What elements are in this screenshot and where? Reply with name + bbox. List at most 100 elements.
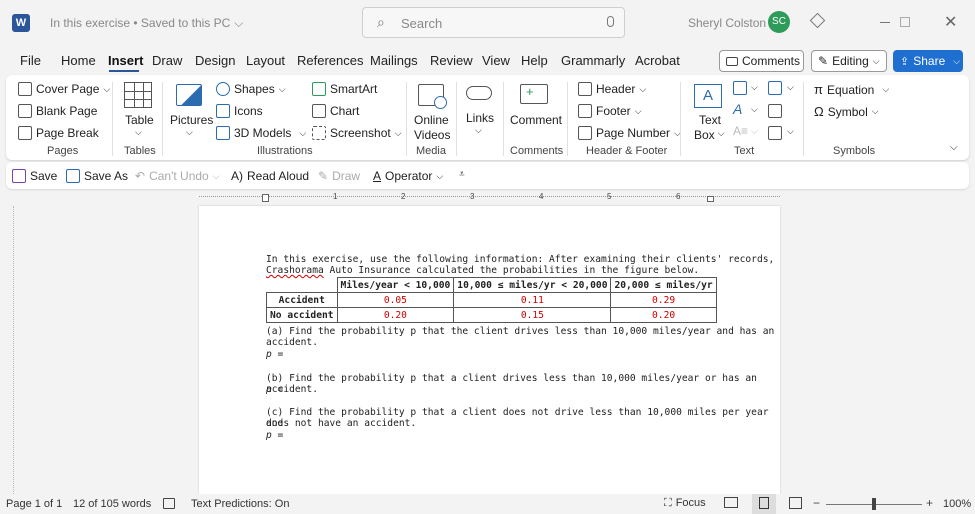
editing-button[interactable]: ✎ Editing ⌵ <box>811 50 887 72</box>
horizontal-ruler[interactable]: 1 2 3 4 5 6 <box>0 192 975 206</box>
tab-grammarly[interactable]: Grammarly <box>561 53 625 68</box>
collapse-ribbon-icon[interactable]: ⌵ <box>950 142 958 153</box>
drop-cap-icon: A≡ <box>733 124 749 138</box>
links-button-label[interactable]: Links <box>466 111 494 125</box>
table-icon[interactable] <box>124 82 152 108</box>
table-cell: 0.11 <box>453 292 612 308</box>
tab-design[interactable]: Design <box>195 53 235 68</box>
pictures-icon[interactable] <box>176 84 202 106</box>
header-button[interactable]: Header ⌵ <box>578 82 646 96</box>
spelling-error-word[interactable]: Crashorama <box>266 265 324 276</box>
chevron-down-icon[interactable]: ⌵ <box>135 127 142 138</box>
tab-home[interactable]: Home <box>61 53 96 68</box>
avatar[interactable]: SC <box>768 11 790 33</box>
chart-label: Chart <box>330 104 360 118</box>
icons-button[interactable]: Icons <box>216 104 263 118</box>
word-count[interactable]: 12 of 105 words <box>73 498 151 510</box>
save-as-button[interactable]: Save As <box>66 169 128 183</box>
quick-parts-icon[interactable] <box>733 81 747 95</box>
answer-c[interactable]: p = <box>266 430 283 441</box>
screenshot-button[interactable]: Screenshot ⌵ <box>312 126 402 140</box>
page-number-button[interactable]: Page Number ⌵ <box>578 126 681 140</box>
box-label: Box <box>694 128 715 142</box>
tab-acrobat[interactable]: Acrobat <box>635 53 680 68</box>
equation-button[interactable]: π Equation ⌵ <box>814 82 889 97</box>
symbol-button[interactable]: Ω Symbol ⌵ <box>814 104 879 119</box>
user-name[interactable]: Sheryl Colston <box>688 16 766 30</box>
share-button[interactable]: ⇪ Share ⌵ <box>893 50 963 72</box>
date-time-icon[interactable] <box>768 104 782 118</box>
smartart-button[interactable]: SmartArt <box>312 82 377 96</box>
chevron-down-icon[interactable]: ⌵ <box>475 125 482 136</box>
restore-icon[interactable] <box>900 17 910 27</box>
proofing-icon[interactable] <box>163 498 175 509</box>
chevron-down-icon[interactable]: ⌵ <box>787 82 794 93</box>
wordart-icon[interactable]: A <box>733 101 742 117</box>
signature-line-icon[interactable] <box>768 81 782 95</box>
focus-button[interactable]: ⛶ Focus <box>664 497 706 510</box>
cover-page-button[interactable]: Cover Page ⌵ <box>18 82 110 96</box>
chevron-down-icon[interactable]: ⌵ <box>787 126 794 137</box>
document-title[interactable]: In this exercise • Saved to this PC ⌵ <box>50 16 243 31</box>
undo-button[interactable]: ↶ Can't Undo ⌵ <box>135 169 220 183</box>
minimize-icon[interactable] <box>880 22 890 23</box>
page-break-button[interactable]: Page Break <box>18 126 99 140</box>
comment-button-label[interactable]: Comment <box>510 113 562 127</box>
vertical-ruler[interactable] <box>0 206 14 494</box>
read-aloud-button[interactable]: A) Read Aloud <box>231 169 309 183</box>
close-icon[interactable]: ✕ <box>944 12 957 32</box>
link-icon[interactable] <box>466 86 492 100</box>
chevron-down-icon[interactable]: ⌵ <box>186 127 193 138</box>
smartart-icon <box>312 82 326 96</box>
pencil-icon: ✎ <box>818 54 829 68</box>
footer-button[interactable]: Footer ⌵ <box>578 104 642 118</box>
answer-a[interactable]: p = <box>266 349 283 360</box>
box-dropdown[interactable]: Box ⌵ <box>694 128 725 142</box>
save-button[interactable]: Save <box>12 169 57 183</box>
3d-models-button[interactable]: 3D Models ⌵ <box>216 126 306 140</box>
tab-layout[interactable]: Layout <box>246 53 285 68</box>
tab-help[interactable]: Help <box>521 53 548 68</box>
chevron-down-icon[interactable]: ⌵ <box>751 82 758 93</box>
tab-draw[interactable]: Draw <box>152 53 182 68</box>
tab-view[interactable]: View <box>482 53 510 68</box>
zoom-in-icon[interactable]: + <box>926 496 933 510</box>
chevron-down-icon[interactable]: ⌵ <box>751 104 758 115</box>
tab-insert[interactable]: Insert <box>108 53 143 68</box>
customize-toolbar-icon[interactable]: ⩡ <box>459 169 465 180</box>
diamond-icon[interactable] <box>809 12 826 29</box>
read-mode-icon[interactable] <box>724 497 738 508</box>
microphone-icon[interactable] <box>607 16 614 27</box>
search-box[interactable]: ⌕ Search <box>362 7 625 38</box>
draw-button[interactable]: ✎ Draw <box>318 169 360 183</box>
blank-page-button[interactable]: Blank Page <box>18 104 97 118</box>
operator-button[interactable]: A Operator ⌵ <box>373 169 443 183</box>
row-label: Accident <box>266 292 338 308</box>
chart-button[interactable]: Chart <box>312 104 359 118</box>
answer-b[interactable]: p = <box>266 384 283 395</box>
videos-label[interactable]: Videos <box>414 128 450 142</box>
right-indent-marker[interactable] <box>707 196 714 202</box>
table-button-label[interactable]: Table <box>125 113 154 127</box>
web-layout-icon[interactable] <box>789 497 802 509</box>
tab-mailings[interactable]: Mailings <box>370 53 418 68</box>
tab-review[interactable]: Review <box>430 53 473 68</box>
zoom-slider-thumb[interactable] <box>872 498 876 510</box>
text-label[interactable]: Text <box>699 113 721 127</box>
zoom-level[interactable]: 100% <box>943 498 971 510</box>
tab-file[interactable]: File <box>20 53 41 68</box>
pictures-button-label[interactable]: Pictures <box>170 113 213 127</box>
text-predictions[interactable]: Text Predictions: On <box>191 498 289 510</box>
text-box-icon[interactable]: A <box>694 84 722 108</box>
pi-icon: π <box>814 82 823 97</box>
object-icon[interactable] <box>768 126 782 140</box>
online-label[interactable]: Online <box>414 113 449 127</box>
document-page[interactable]: In this exercise, use the following info… <box>199 206 780 494</box>
comments-button[interactable]: Comments <box>719 50 804 72</box>
comment-icon[interactable] <box>520 84 548 104</box>
tab-references[interactable]: References <box>297 53 363 68</box>
zoom-out-icon[interactable]: − <box>813 496 820 510</box>
left-indent-marker[interactable] <box>262 194 269 202</box>
shapes-button[interactable]: Shapes ⌵ <box>216 82 286 96</box>
page-count[interactable]: Page 1 of 1 <box>6 498 62 510</box>
